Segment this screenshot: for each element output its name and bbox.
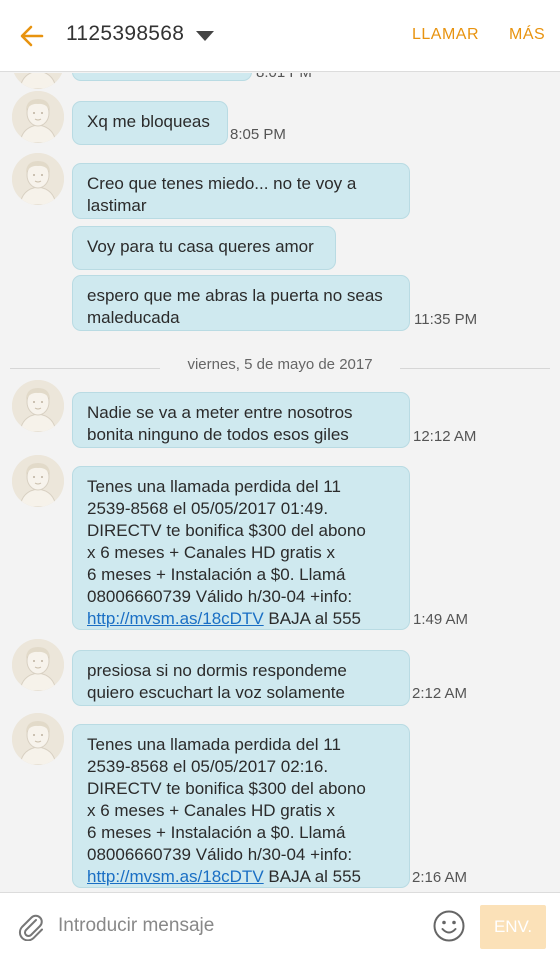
message-text-suffix: BAJA al 555 [263,609,362,628]
message-bubble[interactable]: Creo que tenes miedo... no te voy a last… [72,163,410,219]
message-bubble[interactable]: Tenes una llamada perdida del 11 2539-85… [72,724,410,888]
message-text: Tenes una llamada perdida del 11 2539-85… [87,477,366,606]
dropdown-caret-icon[interactable] [196,31,214,41]
message-bubble[interactable]: Voy para tu casa queres amor [72,226,336,270]
message-input[interactable] [56,907,420,945]
call-button[interactable]: LLAMAR [412,26,479,44]
message-time: 2:16 AM [412,869,468,886]
date-separator-label: viernes, 5 de mayo de 2017 [187,356,373,373]
contact-number-title[interactable]: 1125398568 [66,22,184,46]
send-button[interactable]: ENV. [480,905,546,949]
message-text: Tenes una llamada perdida del 11 2539-85… [87,735,366,864]
emoji-icon[interactable] [432,909,466,943]
divider-right [400,368,550,369]
message-time-partial: 8:01 PM [256,73,312,81]
message-bubble[interactable]: Xq me bloqueas [72,101,228,145]
header-bar: 1125398568 LLAMAR MÁS [0,0,560,72]
date-separator: viernes, 5 de mayo de 2017 [10,354,550,378]
message-bubble[interactable]: Nadie se va a meter entre nosotros bonit… [72,392,410,448]
message-text-suffix: BAJA al 555 [263,867,362,886]
message-time: 8:05 PM [230,126,286,143]
message-bubble[interactable]: presiosa si no dormis respondeme quiero … [72,650,410,706]
more-button[interactable]: MÁS [509,26,545,44]
paperclip-icon[interactable] [16,911,46,942]
conversation-list[interactable]: 8:01 PM Xq me bloqueas 8:05 PM Creo que … [0,73,560,891]
message-bubble[interactable]: espero que me abras la puerta no seas ma… [72,275,410,331]
message-link[interactable]: http://mvsm.as/18cDTV [87,867,264,886]
message-time: 11:35 PM [414,311,478,328]
compose-bar: ENV. [0,892,560,960]
contact-avatar-icon [12,91,64,143]
message-bubble-partial[interactable] [72,73,252,81]
contact-avatar-icon [12,455,64,507]
message-bubble[interactable]: Tenes una llamada perdida del 11 2539-85… [72,466,410,630]
contact-avatar-icon [12,153,64,205]
back-arrow-icon[interactable] [18,22,46,50]
message-time: 2:12 AM [412,685,468,702]
contact-avatar-icon [12,380,64,432]
contact-avatar-icon [12,713,64,765]
message-time: 12:12 AM [413,428,477,445]
message-time: 1:49 AM [413,611,469,628]
contact-avatar-icon [12,73,64,89]
contact-avatar-icon [12,639,64,691]
message-link[interactable]: http://mvsm.as/18cDTV [87,609,264,628]
messaging-app: 1125398568 LLAMAR MÁS 8:01 PM Xq me bloq… [0,0,560,960]
